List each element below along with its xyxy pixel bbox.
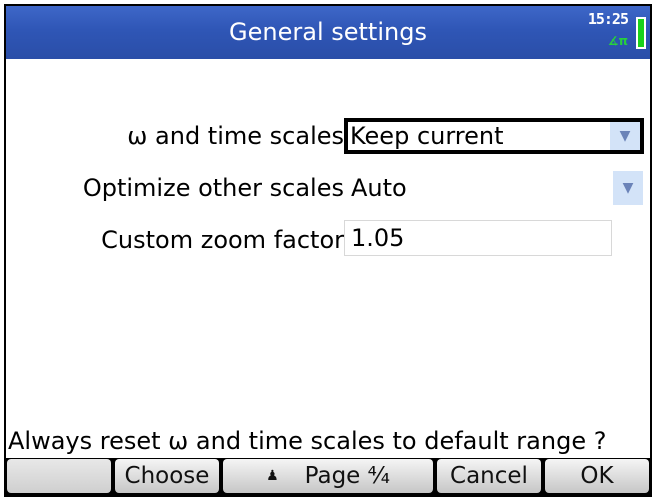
help-text: Always reset ω and time scales to defaul… [8,427,607,455]
optimize-other-scales-label: Optimize other scales [82,174,344,202]
angle-mode-icon: ∡π [607,34,628,48]
optimize-other-scales-value: Auto [351,174,407,202]
cancel-button[interactable]: Cancel [437,459,541,493]
optimize-other-scales-select[interactable]: Auto ▼ [344,170,644,206]
omega-time-scales-select[interactable]: Keep current ▼ [344,118,644,154]
pawn-icon: ♟ [266,468,279,484]
choose-button[interactable]: Choose [115,459,219,493]
title-bar: General settings 15:25 ∡π [6,6,650,59]
clock: 15:25 [587,10,629,28]
softkey-1[interactable] [7,459,111,493]
custom-zoom-factor-input[interactable]: 1.05 [344,220,612,256]
omega-time-scales-label: ω and time scales [127,122,344,150]
custom-zoom-factor-value: 1.05 [351,224,405,252]
ok-button[interactable]: OK [545,459,649,493]
custom-zoom-factor-label: Custom zoom factor [101,226,344,254]
dropdown-arrow-icon[interactable]: ▼ [613,171,643,205]
calculator-screen: General settings 15:25 ∡π ω and time sca… [4,4,652,497]
battery-icon [636,17,646,49]
page-label: Page [304,463,361,489]
softkey-bar: Choose ♟ Page ⁴⁄₄ Cancel OK [6,458,650,495]
page-title: General settings [229,18,427,46]
page-button[interactable]: ♟ Page ⁴⁄₄ [223,459,433,493]
dropdown-arrow-icon[interactable]: ▼ [610,122,640,150]
omega-time-scales-value: Keep current [350,122,504,150]
page-fraction: ⁴⁄₄ [367,463,390,489]
